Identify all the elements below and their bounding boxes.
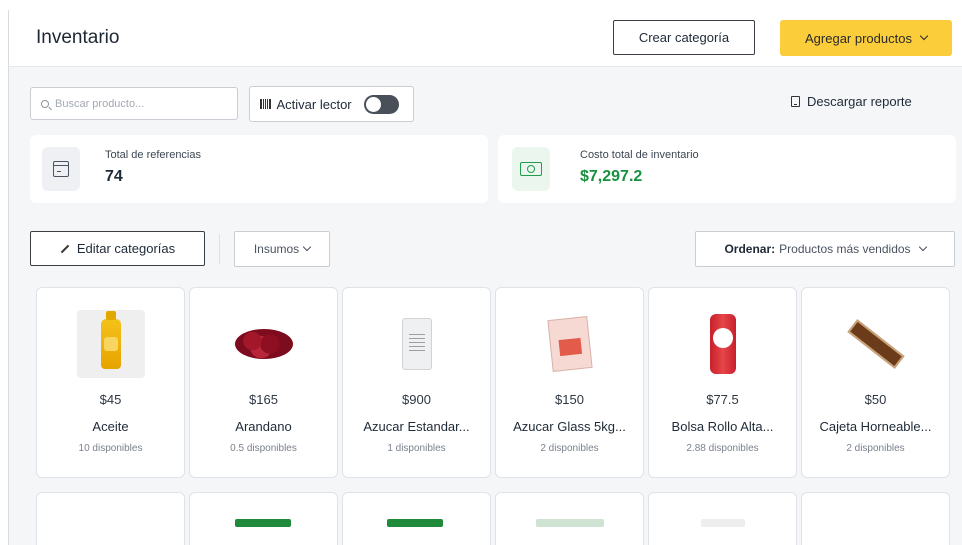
product-card[interactable]: $50 Cajeta Horneable... 2 disponibles: [801, 287, 950, 478]
stat-icon-container: [42, 147, 80, 191]
product-name: Aceite: [92, 419, 129, 434]
divider: [219, 234, 220, 264]
product-card[interactable]: $77.5 Bolsa Rollo Alta... 2.88 disponibl…: [648, 287, 797, 478]
product-card[interactable]: [36, 492, 185, 545]
stat-label: Total de referencias: [105, 149, 201, 161]
product-card[interactable]: [342, 492, 491, 545]
descargar-reporte-button[interactable]: Descargar reporte: [791, 94, 912, 109]
ordenar-value: Productos más vendidos: [779, 242, 911, 256]
cranberries-image: [235, 329, 293, 359]
product-image: [536, 310, 604, 378]
product-image: [689, 310, 757, 378]
category-dropdown[interactable]: Insumos: [234, 231, 330, 267]
product-name: Arandano: [235, 419, 292, 434]
product-price: $900: [402, 392, 431, 407]
product-card[interactable]: [189, 492, 338, 545]
product-stock: 1 disponibles: [387, 443, 446, 454]
product-image: [235, 519, 291, 527]
search-input[interactable]: [55, 97, 215, 110]
product-stock: 2.88 disponibles: [686, 443, 759, 454]
product-image: [77, 310, 145, 378]
product-price: $45: [99, 392, 122, 407]
product-image: [387, 519, 443, 527]
chevron-down-icon: [919, 31, 929, 41]
editar-categorias-button[interactable]: Editar categorías: [30, 231, 205, 266]
activar-lector-label: Activar lector: [276, 96, 352, 112]
download-document-icon: [791, 96, 800, 107]
product-stock: 10 disponibles: [78, 443, 143, 454]
ordenar-dropdown[interactable]: Ordenar: Productos más vendidos: [695, 231, 955, 267]
box-icon: [53, 161, 69, 177]
chevron-down-icon: [918, 242, 927, 252]
activar-lector-control[interactable]: Activar lector: [249, 86, 414, 122]
product-name: Bolsa Rollo Alta...: [671, 419, 774, 434]
product-card[interactable]: $45 Aceite 10 disponibles: [36, 287, 185, 478]
product-image: [536, 519, 604, 527]
glass-sugar-bag-image: [547, 316, 593, 372]
product-price: $150: [555, 392, 584, 407]
cash-icon: [520, 162, 542, 176]
agregar-productos-button[interactable]: Agregar productos: [780, 20, 952, 56]
oil-bottle-image: [101, 311, 121, 369]
page-title: Inventario: [36, 27, 120, 48]
product-name: Azucar Estandar...: [363, 419, 470, 434]
paper-towel-roll-image: [710, 314, 736, 374]
product-name: Azucar Glass 5kg...: [513, 419, 626, 434]
product-image: [383, 310, 451, 378]
product-price: $50: [864, 392, 887, 407]
pencil-icon: [60, 244, 70, 253]
stat-icon-container: [512, 147, 550, 191]
product-image: [701, 519, 745, 527]
editar-categorias-label: Editar categorías: [76, 241, 176, 256]
search-icon: [41, 99, 49, 108]
product-stock: 2 disponibles: [846, 443, 905, 454]
product-name: Cajeta Horneable...: [819, 419, 932, 434]
stat-value: 74: [105, 168, 123, 185]
product-card[interactable]: $150 Azucar Glass 5kg... 2 disponibles: [495, 287, 644, 478]
lector-toggle[interactable]: [363, 94, 399, 114]
barcode-scanner-icon: [260, 98, 271, 110]
search-box[interactable]: [30, 87, 238, 120]
product-price: $77.5: [706, 392, 739, 407]
sugar-bag-image: [402, 318, 432, 370]
product-card[interactable]: $165 Arandano 0.5 disponibles: [189, 287, 338, 478]
product-card[interactable]: $900 Azucar Estandar... 1 disponibles: [342, 287, 491, 478]
product-image: [230, 310, 298, 378]
inventory-app: Inventario Crear categoría Agregar produ…: [8, 10, 962, 545]
product-stock: 0.5 disponibles: [230, 443, 297, 454]
crear-categoria-button[interactable]: Crear categoría: [613, 20, 755, 55]
agregar-productos-label: Agregar productos: [805, 30, 912, 46]
header: Inventario Crear categoría Agregar produ…: [9, 10, 962, 67]
cajeta-bar-image: [847, 319, 905, 369]
descargar-reporte-label: Descargar reporte: [807, 94, 912, 109]
stat-label: Costo total de inventario: [580, 149, 699, 161]
product-card[interactable]: [495, 492, 644, 545]
stat-card-costo: Costo total de inventario $7,297.2: [498, 135, 956, 203]
chevron-down-icon: [302, 242, 312, 252]
stat-value: $7,297.2: [580, 168, 643, 185]
product-image: [842, 310, 910, 378]
product-price: $165: [249, 392, 278, 407]
product-card[interactable]: [801, 492, 950, 545]
category-dropdown-label: Insumos: [253, 242, 300, 256]
stat-card-referencias: Total de referencias 74: [30, 135, 488, 203]
ordenar-label: Ordenar:: [724, 242, 776, 256]
product-stock: 2 disponibles: [540, 443, 599, 454]
product-card[interactable]: [648, 492, 797, 545]
